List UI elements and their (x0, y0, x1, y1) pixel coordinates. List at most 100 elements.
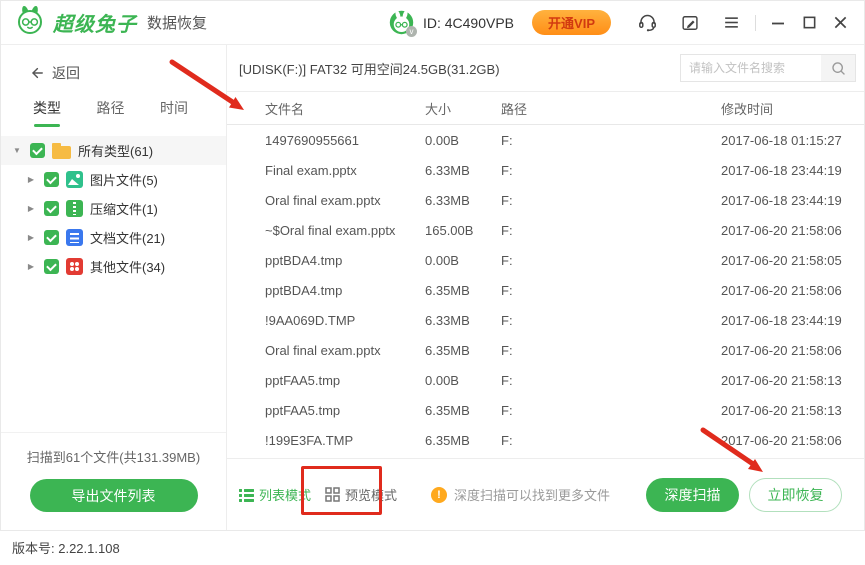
back-button[interactable]: 返回 (1, 58, 226, 88)
table-row[interactable]: pptFAA5.tmp 0.00B F: 2017-06-20 21:58:13 (227, 365, 864, 395)
preview-mode-button[interactable]: 预览模式 (325, 485, 397, 504)
header-size[interactable]: 大小 (425, 99, 501, 118)
cell-modified: 2017-06-20 21:58:06 (721, 343, 849, 358)
cell-path: F: (501, 433, 721, 448)
cell-modified: 2017-06-20 21:58:06 (721, 433, 849, 448)
table-row[interactable]: Oral final exam.pptx 6.35MB F: 2017-06-2… (227, 335, 864, 365)
version-text: 版本号: 2.22.1.108 (12, 538, 120, 557)
list-mode-label: 列表模式 (259, 485, 311, 504)
deep-scan-button[interactable]: 深度扫描 (646, 478, 739, 512)
file-type-tree: ▼ 所有类型(61) ▶ 图片文件(5) ▶ (1, 136, 226, 281)
checkbox-checked-icon[interactable] (44, 172, 59, 187)
cell-filename: pptBDA4.tmp (265, 283, 425, 298)
tree-item[interactable]: ▼ 所有类型(61) (1, 136, 226, 165)
titlebar-right: v ID: 4C490VPB 开通VIP (388, 9, 848, 36)
scan-summary: 扫描到61个文件(共131.39MB) (1, 447, 226, 466)
header-filename[interactable]: 文件名 (265, 99, 425, 118)
cell-size: 6.33MB (425, 313, 501, 328)
version-footer: 版本号: 2.22.1.108 (0, 531, 865, 564)
cell-filename: !199E3FA.TMP (265, 433, 425, 448)
bottom-bar: 列表模式 预览模式 ! 深度扫描可以找到更多文件 深度扫描 (227, 458, 864, 530)
file-type-icon (66, 258, 83, 275)
recover-now-button[interactable]: 立即恢复 (749, 478, 842, 512)
customer-service-icon[interactable] (637, 12, 658, 33)
table-row[interactable]: !199E3FA.TMP 6.35MB F: 2017-06-20 21:58:… (227, 425, 864, 455)
checkbox-checked-icon[interactable] (44, 201, 59, 216)
warning-icon: ! (431, 487, 447, 503)
header-path[interactable]: 路径 (501, 99, 721, 118)
back-arrow-icon (29, 65, 45, 81)
hint-text: 深度扫描可以找到更多文件 (454, 485, 610, 504)
tree-item-label: 图片文件(5) (90, 170, 158, 189)
search-button[interactable] (821, 55, 855, 81)
tree-item[interactable]: ▶ 文档文件(21) (1, 223, 226, 252)
cell-path: F: (501, 193, 721, 208)
preview-mode-label: 预览模式 (345, 485, 397, 504)
cell-filename: 1497690955661 (265, 133, 425, 148)
search-input[interactable] (681, 55, 821, 81)
file-type-icon (52, 146, 71, 159)
caret-icon[interactable]: ▶ (25, 233, 37, 242)
titlebar: 超级兔子 数据恢复 v ID: 4C490VPB 开通VIP (1, 1, 864, 45)
table-row[interactable]: Final exam.pptx 6.33MB F: 2017-06-18 23:… (227, 155, 864, 185)
back-label: 返回 (52, 63, 80, 83)
sidebar-tab[interactable]: 时间 (158, 92, 190, 124)
cell-size: 0.00B (425, 373, 501, 388)
caret-icon[interactable]: ▶ (25, 175, 37, 184)
tree-item[interactable]: ▶ 压缩文件(1) (1, 194, 226, 223)
cell-path: F: (501, 403, 721, 418)
cell-path: F: (501, 343, 721, 358)
drive-bar: [UDISK(F:)] FAT32 可用空间24.5GB(31.2GB) (227, 45, 864, 92)
feedback-icon[interactable] (680, 13, 700, 33)
deep-scan-hint: ! 深度扫描可以找到更多文件 (431, 485, 610, 504)
content: 返回 类型 路径 时间 ▼ 所有类型(61) (1, 45, 864, 530)
cell-filename: Final exam.pptx (265, 163, 425, 178)
checkbox-checked-icon[interactable] (44, 230, 59, 245)
table-row[interactable]: pptFAA5.tmp 6.35MB F: 2017-06-20 21:58:1… (227, 395, 864, 425)
menu-icon[interactable] (722, 13, 741, 32)
sidebar-tab[interactable]: 类型 (31, 92, 63, 124)
table-row[interactable]: pptBDA4.tmp 6.35MB F: 2017-06-20 21:58:0… (227, 275, 864, 305)
cell-modified: 2017-06-18 01:15:27 (721, 133, 849, 148)
cell-path: F: (501, 313, 721, 328)
table-row[interactable]: !9AA069D.TMP 6.33MB F: 2017-06-18 23:44:… (227, 305, 864, 335)
sidebar-tab[interactable]: 路径 (95, 92, 127, 124)
maximize-icon[interactable] (802, 15, 817, 30)
caret-icon[interactable]: ▶ (25, 262, 37, 271)
table-header: 文件名 大小 路径 修改时间 (227, 92, 864, 125)
caret-icon[interactable]: ▶ (25, 204, 37, 213)
brand: 超级兔子 数据恢复 (15, 5, 207, 40)
tree-item[interactable]: ▶ 图片文件(5) (1, 165, 226, 194)
table-row[interactable]: pptBDA4.tmp 0.00B F: 2017-06-20 21:58:05 (227, 245, 864, 275)
cell-path: F: (501, 223, 721, 238)
cell-path: F: (501, 373, 721, 388)
cell-filename: Oral final exam.pptx (265, 343, 425, 358)
minimize-icon[interactable] (770, 15, 786, 31)
open-vip-button[interactable]: 开通VIP (532, 10, 611, 35)
user-id: ID: 4C490VPB (423, 15, 514, 31)
cell-modified: 2017-06-20 21:58:05 (721, 253, 849, 268)
checkbox-checked-icon[interactable] (30, 143, 45, 158)
export-file-list-button[interactable]: 导出文件列表 (30, 479, 198, 512)
close-icon[interactable] (833, 15, 848, 30)
sidebar: 返回 类型 路径 时间 ▼ 所有类型(61) (1, 45, 227, 530)
user-avatar[interactable]: v (388, 9, 415, 36)
cell-filename: pptBDA4.tmp (265, 253, 425, 268)
cell-path: F: (501, 283, 721, 298)
tree-item[interactable]: ▶ 其他文件(34) (1, 252, 226, 281)
caret-icon[interactable]: ▼ (11, 146, 23, 155)
cell-path: F: (501, 133, 721, 148)
table-row[interactable]: ~$Oral final exam.pptx 165.00B F: 2017-0… (227, 215, 864, 245)
brand-suffix: 数据恢复 (147, 12, 207, 33)
cell-size: 6.35MB (425, 403, 501, 418)
list-mode-button[interactable]: 列表模式 (239, 485, 311, 504)
brand-name: 超级兔子 (53, 8, 137, 37)
checkbox-checked-icon[interactable] (44, 259, 59, 274)
cell-modified: 2017-06-20 21:58:06 (721, 223, 849, 238)
table-row[interactable]: 1497690955661 0.00B F: 2017-06-18 01:15:… (227, 125, 864, 155)
titlebar-divider (755, 15, 756, 31)
header-modified[interactable]: 修改时间 (721, 99, 849, 118)
table-row[interactable]: Oral final exam.pptx 6.33MB F: 2017-06-1… (227, 185, 864, 215)
cell-size: 6.35MB (425, 433, 501, 448)
sidebar-tabs: 类型 路径 时间 (1, 88, 226, 128)
